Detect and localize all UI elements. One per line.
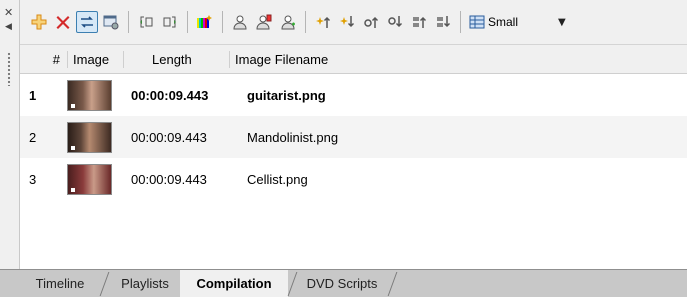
move-top-button[interactable]: [408, 11, 430, 33]
panel-grip-bar: ✕ ◀: [0, 0, 20, 269]
chevron-down-icon[interactable]: ▼: [558, 17, 566, 28]
row-filename: Cellist.png: [247, 171, 308, 187]
tab-compilation[interactable]: Compilation: [180, 270, 288, 297]
column-header-number[interactable]: #: [20, 45, 67, 73]
tab-label: Timeline: [35, 276, 85, 291]
toolbar-separator: [222, 11, 223, 33]
tab-label: Compilation: [196, 276, 272, 291]
thumbnail-marker: [71, 145, 75, 150]
add-button[interactable]: [28, 11, 50, 33]
properties-button[interactable]: [100, 11, 122, 33]
close-icon[interactable]: ✕: [4, 7, 13, 18]
image-thumbnail[interactable]: [67, 121, 112, 153]
image-thumbnail[interactable]: [67, 79, 112, 111]
user-settings-icon: [256, 14, 272, 30]
toolbar-separator: [128, 11, 129, 33]
effect-down-button[interactable]: [336, 11, 358, 33]
row-number: 3: [29, 171, 37, 187]
effect-up-icon: [316, 16, 331, 28]
row-thumbnail-cell: [67, 121, 123, 153]
toolbar: Small ▼: [20, 0, 687, 44]
effect-down-icon: [340, 16, 355, 28]
row-length: 00:00:09.443: [131, 87, 209, 103]
thumbnail-size-value: Small: [488, 15, 519, 29]
move-down-icon: [388, 16, 403, 28]
row-number: 1: [29, 87, 37, 103]
table-row[interactable]: 2 00:00:09.443 Mandolinist.png: [20, 116, 687, 158]
thumbnail-size-icon: [469, 15, 485, 29]
fit-left-button[interactable]: [135, 11, 157, 33]
row-length: 00:00:09.443: [131, 171, 207, 187]
row-number: 2: [29, 129, 37, 145]
row-filename: guitarist.png: [247, 87, 326, 103]
row-filename: Mandolinist.png: [247, 129, 339, 145]
toolbar-separator: [305, 11, 306, 33]
color-bars-button[interactable]: [194, 11, 216, 33]
user-add-icon: [281, 15, 295, 30]
row-thumbnail-cell: [67, 79, 123, 111]
move-bottom-button[interactable]: [432, 11, 454, 33]
column-header-length[interactable]: Length: [123, 50, 229, 68]
column-header-image[interactable]: Image: [67, 50, 123, 68]
move-down-button[interactable]: [384, 11, 406, 33]
fit-right-icon: [163, 16, 176, 28]
delete-button[interactable]: [52, 11, 74, 33]
fit-right-button[interactable]: [159, 11, 181, 33]
toolbar-separator: [460, 11, 461, 33]
row-length: 00:00:09.443: [131, 129, 207, 145]
image-thumbnail[interactable]: [67, 163, 112, 195]
column-header-filename[interactable]: Image Filename: [229, 50, 328, 68]
properties-icon: [103, 15, 119, 30]
delete-icon: [56, 16, 70, 29]
table-row[interactable]: 3 00:00:09.443 Cellist.png: [20, 158, 687, 200]
user-icon: [233, 15, 247, 30]
swap-button[interactable]: [76, 11, 98, 33]
add-icon: [31, 14, 47, 30]
thumbnail-marker: [71, 103, 75, 108]
fit-left-icon: [140, 16, 153, 28]
pin-arrow-icon[interactable]: ◀: [5, 22, 12, 32]
table-row[interactable]: 1 00:00:09.443 guitarist.png: [20, 74, 687, 116]
swap-icon: [81, 16, 93, 28]
user-settings-button[interactable]: [253, 11, 275, 33]
drag-grip[interactable]: [7, 52, 11, 86]
user-button[interactable]: [229, 11, 251, 33]
toolbar-separator: [187, 11, 188, 33]
thumbnail-marker: [71, 187, 75, 192]
tab-label: DVD Scripts: [306, 276, 378, 291]
move-top-icon: [413, 16, 427, 28]
move-bottom-icon: [437, 16, 451, 28]
table-header: # Image Length Image Filename: [20, 45, 687, 74]
tab-dvd-scripts[interactable]: DVD Scripts: [294, 270, 390, 297]
effect-up-button[interactable]: [312, 11, 334, 33]
tab-timeline[interactable]: Timeline: [18, 270, 102, 297]
compilation-table: # Image Length Image Filename 1 00:00:09…: [20, 44, 687, 269]
move-up-button[interactable]: [360, 11, 382, 33]
user-add-button[interactable]: [277, 11, 299, 33]
tab-playlists[interactable]: Playlists: [106, 270, 184, 297]
thumbnail-size-select[interactable]: Small ▼: [469, 11, 566, 33]
tab-bar: Timeline Playlists Compilation DVD Scrip…: [0, 269, 687, 297]
tab-label: Playlists: [121, 276, 169, 291]
move-up-icon: [364, 16, 379, 28]
row-thumbnail-cell: [67, 163, 123, 195]
color-bars-icon: [197, 15, 212, 28]
